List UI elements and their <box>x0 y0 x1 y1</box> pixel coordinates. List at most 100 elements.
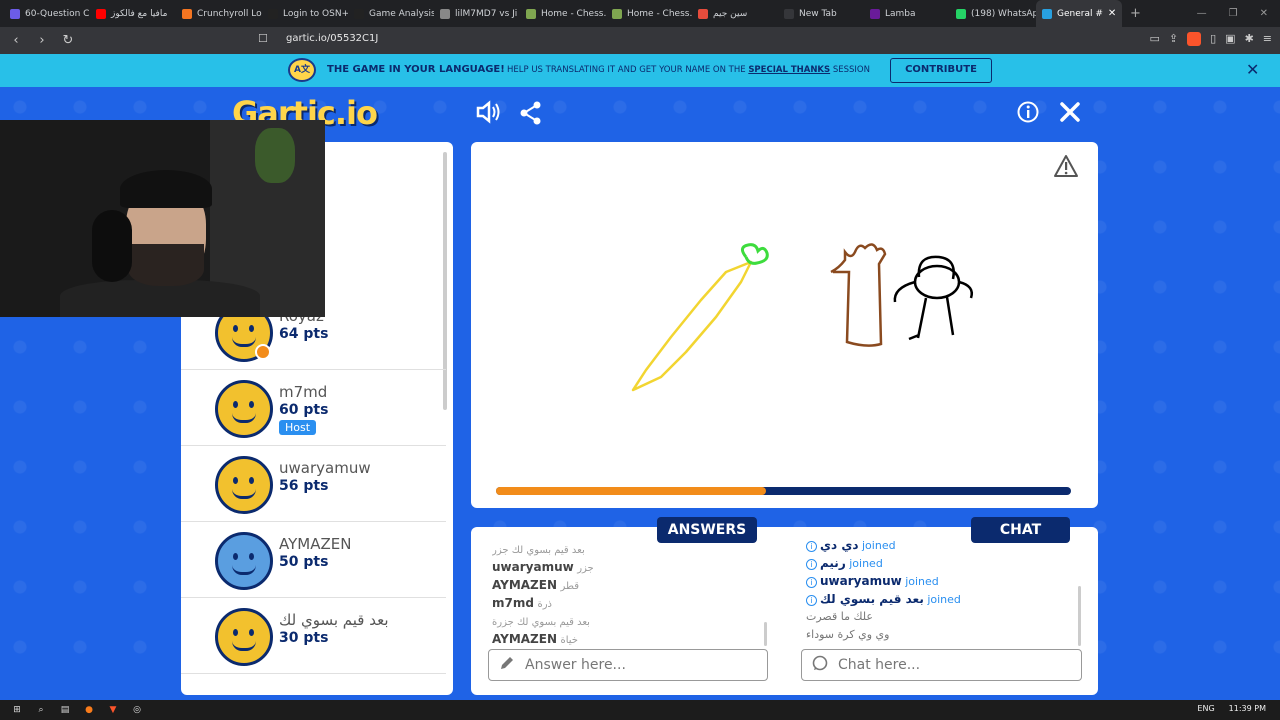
browser-tab[interactable]: Login to OSN+ <box>262 0 348 27</box>
browser-tab[interactable]: Home - Chess. <box>520 0 606 27</box>
chat-bubble-icon <box>812 655 828 675</box>
answer-user: m7md <box>492 596 534 610</box>
chat-text: joined <box>905 575 939 588</box>
wallet-icon[interactable]: ▣ <box>1225 32 1235 46</box>
drawing-canvas[interactable] <box>471 142 1098 508</box>
info-icon: i <box>806 577 817 588</box>
tab-label: (198) WhatsAp <box>971 8 1036 19</box>
browser-tab[interactable]: 60-Question C <box>4 0 90 27</box>
browser-tab[interactable]: General # ✕ <box>1036 0 1122 27</box>
windows-start-icon[interactable]: ⊞ <box>10 703 24 717</box>
answer-text: جزر <box>577 563 594 574</box>
answer-item: AYMAZEN خياة <box>492 630 762 646</box>
player-row[interactable]: uwaryamuw 56 pts <box>181 446 446 522</box>
answer-text: قطر <box>560 581 580 592</box>
player-row[interactable]: بعد قيم بسوي لك 30 pts <box>181 598 446 674</box>
tab-label: سين جيم <box>713 8 748 19</box>
webcam-overlay <box>0 120 325 317</box>
exit-icon[interactable] <box>1059 101 1081 129</box>
player-points: 64 pts <box>279 326 329 342</box>
info-icon: i <box>806 541 817 552</box>
tab-favicon-icon <box>698 8 708 19</box>
tab-favicon-icon <box>354 8 364 19</box>
player-row[interactable]: AYMAZEN 50 pts <box>181 522 446 598</box>
player-avatar <box>215 456 273 514</box>
tab-close-icon[interactable]: ✕ <box>1108 8 1116 19</box>
back-icon[interactable]: ‹ <box>6 33 26 48</box>
browser-tab[interactable]: Game Analysis <box>348 0 434 27</box>
answers-list: بعد قيم بسوي لك جزر uwaryamuw جزر AYMAZEN … <box>492 540 762 646</box>
answer-user: AYMAZEN <box>492 632 557 646</box>
chat-item: علك ما قصرت <box>806 608 1076 626</box>
player-points: 60 pts <box>279 402 329 418</box>
share-icon[interactable] <box>520 101 542 131</box>
tree-stroke <box>830 243 887 347</box>
chat-scrollbar[interactable] <box>1078 586 1081 646</box>
drawing-indicator-icon <box>255 344 271 360</box>
url-field[interactable]: gartic.io/05532C1J <box>286 33 378 44</box>
os-taskbar: ⊞ ⌕ ▤ ● ▼ ◎ ENG 11:39 PM <box>0 700 1280 720</box>
address-bar-row: ‹ › ↻ ☐ gartic.io/05532C1J ▭ ⇪ ▯ ▣ ✱ ≡ <box>0 27 1280 54</box>
browser-tab[interactable]: مافيا مع فالكوز <box>90 0 176 27</box>
answer-item: uwaryamuw جزر <box>492 558 762 576</box>
maximize-icon[interactable]: ❐ <box>1229 8 1238 19</box>
extensions-icon[interactable]: ✱ <box>1245 32 1254 46</box>
tab-favicon-icon <box>96 8 106 19</box>
browser-tab[interactable]: Home - Chess. <box>606 0 692 27</box>
forward-icon[interactable]: › <box>32 33 52 48</box>
browser-tab[interactable]: lilM7MD7 vs Ji <box>434 0 520 27</box>
screen-icon[interactable]: ▭ <box>1149 32 1159 46</box>
browser-tab[interactable]: New Tab <box>778 0 864 27</box>
share-icon[interactable]: ⇪ <box>1169 32 1178 46</box>
minimize-icon[interactable]: — <box>1197 8 1207 19</box>
close-window-icon[interactable]: ✕ <box>1260 8 1268 19</box>
chat-item: i uwaryamuw joined <box>806 572 1076 590</box>
answer-item: m7md ذرة <box>492 594 762 612</box>
player-name: m7md <box>279 383 328 401</box>
tab-favicon-icon <box>612 8 622 19</box>
player-points: 56 pts <box>279 478 329 494</box>
language-indicator[interactable]: ENG <box>1197 704 1214 713</box>
report-warning-icon[interactable] <box>1053 154 1079 184</box>
bookmark-icon[interactable]: ☐ <box>258 32 268 45</box>
chat-user: رنيم <box>820 556 846 570</box>
brave-shield-icon[interactable] <box>1187 32 1202 46</box>
answers-scrollbar[interactable] <box>764 622 767 646</box>
answer-item: بعد قيم بسوي لك جزر <box>492 540 762 558</box>
browser-tab[interactable]: (198) WhatsAp <box>950 0 1036 27</box>
answer-text: ذرة <box>537 599 552 610</box>
obs-icon[interactable]: ◎ <box>130 703 144 717</box>
answer-item: AYMAZEN قطر <box>492 576 762 594</box>
banner-close-icon[interactable]: ✕ <box>1246 60 1259 79</box>
player-row[interactable]: m7md 60 pts Host <box>181 370 446 446</box>
tab-label: Home - Chess. <box>541 8 606 19</box>
menu-icon[interactable]: ≡ <box>1263 32 1272 46</box>
figure-body <box>893 280 973 341</box>
chat-text: joined <box>849 557 883 570</box>
sidebar-icon[interactable]: ▯ <box>1210 32 1216 46</box>
new-tab-icon[interactable]: + <box>1122 6 1149 21</box>
tab-label: Login to OSN+ <box>283 8 348 19</box>
chat-input[interactable]: Chat here... <box>801 649 1082 681</box>
tab-favicon-icon <box>784 8 794 19</box>
webcam-hair <box>120 170 212 208</box>
browser-tab[interactable]: سين جيم <box>692 0 778 27</box>
clock[interactable]: 11:39 PM <box>1229 704 1266 713</box>
answer-input[interactable]: Answer here... <box>488 649 768 681</box>
search-icon[interactable]: ⌕ <box>34 703 48 717</box>
browser-tab[interactable]: Crunchyroll Lo <box>176 0 262 27</box>
reload-icon[interactable]: ↻ <box>58 33 78 48</box>
firefox-icon[interactable]: ● <box>82 703 96 717</box>
host-badge: Host <box>279 420 317 435</box>
player-name: بعد قيم بسوي لك <box>279 611 389 629</box>
answer-user: AYMAZEN <box>492 578 557 592</box>
figure-head <box>913 264 961 300</box>
player-points: 30 pts <box>279 630 329 646</box>
browser-tab[interactable]: Lamba <box>864 0 950 27</box>
sound-icon[interactable] <box>476 100 502 130</box>
contribute-button[interactable]: CONTRIBUTE <box>890 58 992 83</box>
tab-label: Game Analysis <box>369 8 434 19</box>
info-icon[interactable] <box>1017 101 1039 129</box>
task-view-icon[interactable]: ▤ <box>58 703 72 717</box>
brave-taskbar-icon[interactable]: ▼ <box>106 703 120 717</box>
